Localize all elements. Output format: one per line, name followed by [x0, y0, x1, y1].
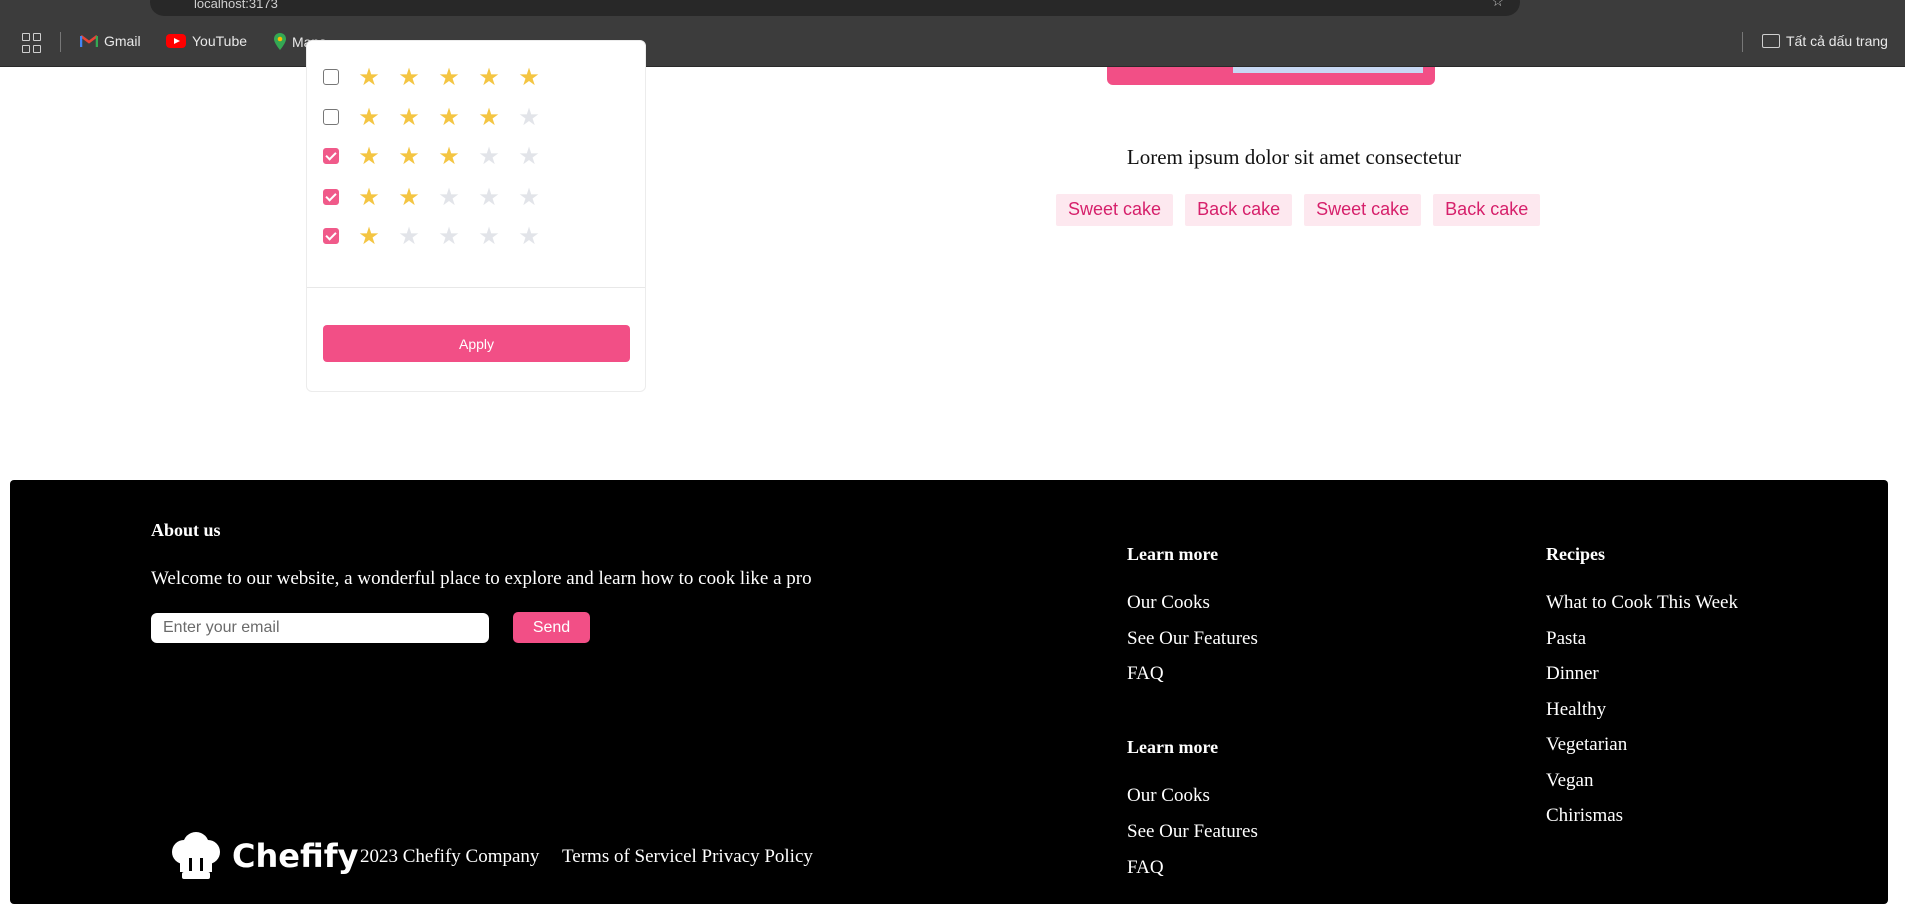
footer-link-features[interactable]: See Our Features	[1127, 821, 1258, 843]
copyright-text: 2023 Chefify Company	[360, 846, 540, 867]
logo-text: Chefify	[232, 837, 359, 875]
rating-row-1[interactable]: ★ ★ ★ ★ ★	[323, 222, 549, 250]
recipes-heading: Recipes	[1546, 544, 1605, 564]
recipe-link-christmas[interactable]: Chirismas	[1546, 805, 1623, 827]
star-empty-icon: ★	[438, 222, 460, 250]
apply-button[interactable]: Apply	[323, 325, 630, 362]
rating-checkbox[interactable]	[323, 109, 339, 125]
recipe-link-dinner[interactable]: Dinner	[1546, 663, 1599, 685]
star-filled-icon: ★	[478, 63, 500, 91]
about-us-heading: About us	[151, 520, 221, 540]
recipe-link-healthy[interactable]: Healthy	[1546, 699, 1606, 721]
gmail-icon	[80, 35, 98, 47]
footer-link-our-cooks[interactable]: Our Cooks	[1127, 592, 1210, 614]
star-filled-icon: ★	[478, 103, 500, 131]
chefify-logo[interactable]: Chefify	[170, 832, 358, 880]
bookmarks-separator	[60, 32, 61, 52]
bookmark-label: YouTube	[192, 33, 248, 49]
star-filled-icon: ★	[518, 63, 540, 91]
recipe-link-vegan[interactable]: Vegan	[1546, 770, 1593, 792]
lorem-text-row: Lorem ipsum dolor sit amet consectetur	[0, 145, 1905, 170]
learn-more-heading: Learn more	[1127, 737, 1219, 757]
star-filled-icon: ★	[358, 183, 380, 211]
star-empty-icon: ★	[398, 222, 420, 250]
footer: About us Welcome to our website, a wonde…	[10, 480, 1888, 904]
recipe-link-what-to-cook[interactable]: What to Cook This Week	[1546, 592, 1738, 614]
star-filled-icon: ★	[398, 183, 420, 211]
email-input[interactable]	[151, 613, 489, 643]
recipe-link-pasta[interactable]: Pasta	[1546, 628, 1586, 650]
footer-link-our-cooks[interactable]: Our Cooks	[1127, 785, 1210, 807]
star-empty-icon: ★	[518, 222, 540, 250]
tag-back-cake[interactable]: Back cake	[1185, 194, 1293, 226]
star-empty-icon: ★	[518, 103, 540, 131]
hero-button-edge	[1107, 67, 1435, 85]
star-filled-icon: ★	[358, 63, 380, 91]
all-bookmarks[interactable]: Tất cả dấu trang	[1762, 33, 1888, 49]
rating-checkbox[interactable]	[323, 228, 339, 244]
rating-filter-card: ★ ★ ★ ★ ★ ★ ★ ★ ★ ★ ★ ★ ★ ★ ★ ★ ★ ★ ★ ★ ★ ★ ★ ★ ★ Apply	[306, 40, 646, 392]
tag-sweet-cake[interactable]: Sweet cake	[1304, 194, 1422, 226]
learn-more-heading: Learn more	[1127, 544, 1219, 564]
tag-back-cake[interactable]: Back cake	[1433, 194, 1541, 226]
tag-sweet-cake[interactable]: Sweet cake	[1056, 194, 1174, 226]
footer-link-features[interactable]: See Our Features	[1127, 628, 1258, 650]
footer-link-faq[interactable]: FAQ	[1127, 857, 1164, 879]
card-divider	[307, 287, 645, 288]
recipe-link-vegetarian[interactable]: Vegetarian	[1546, 734, 1627, 756]
star-empty-icon: ★	[478, 183, 500, 211]
star-empty-icon: ★	[518, 183, 540, 211]
footer-link-faq[interactable]: FAQ	[1127, 663, 1164, 685]
star-filled-icon: ★	[398, 103, 420, 131]
address-bar[interactable]: localhost:3173 ☆	[150, 0, 1520, 16]
star-empty-icon: ★	[478, 222, 500, 250]
apps-grid-icon[interactable]	[22, 33, 42, 53]
rating-row-5[interactable]: ★ ★ ★ ★ ★	[323, 63, 549, 91]
chef-hat-icon	[172, 832, 220, 879]
star-filled-icon: ★	[398, 63, 420, 91]
rating-checkbox[interactable]	[323, 189, 339, 205]
star-filled-icon: ★	[438, 103, 460, 131]
star-filled-icon: ★	[358, 103, 380, 131]
about-us-text: Welcome to our website, a wonderful plac…	[151, 568, 812, 589]
browser-toolbar: localhost:3173 ☆	[0, 0, 1905, 18]
bookmarks-bar: Gmail YouTube Maps Tất cả dấu trang	[0, 18, 1905, 67]
rating-checkbox[interactable]	[323, 69, 339, 85]
all-bookmarks-label: Tất cả dấu trang	[1786, 33, 1888, 49]
star-empty-icon: ★	[438, 183, 460, 211]
youtube-icon	[166, 34, 186, 48]
bookmark-gmail[interactable]: Gmail	[80, 33, 141, 49]
address-bar-url: localhost:3173	[194, 0, 278, 11]
bookmark-youtube[interactable]: YouTube	[166, 33, 247, 49]
lorem-text: Lorem ipsum dolor sit amet consectetur	[1126, 145, 1462, 169]
rating-row-4[interactable]: ★ ★ ★ ★ ★	[323, 103, 549, 131]
star-filled-icon: ★	[438, 63, 460, 91]
terms-privacy-link[interactable]: Terms of Servicel Privacy Policy	[562, 846, 813, 868]
rating-row-2[interactable]: ★ ★ ★ ★ ★	[323, 183, 549, 211]
star-filled-icon: ★	[358, 222, 380, 250]
bookmark-star-icon[interactable]: ☆	[1491, 0, 1504, 10]
tag-list: Sweet cake Back cake Sweet cake Back cak…	[1056, 194, 1541, 226]
bookmarks-separator	[1742, 32, 1743, 52]
folder-icon	[1762, 34, 1780, 48]
send-button[interactable]: Send	[513, 612, 590, 643]
maps-pin-icon	[274, 33, 286, 50]
bookmark-label: Gmail	[104, 33, 141, 49]
